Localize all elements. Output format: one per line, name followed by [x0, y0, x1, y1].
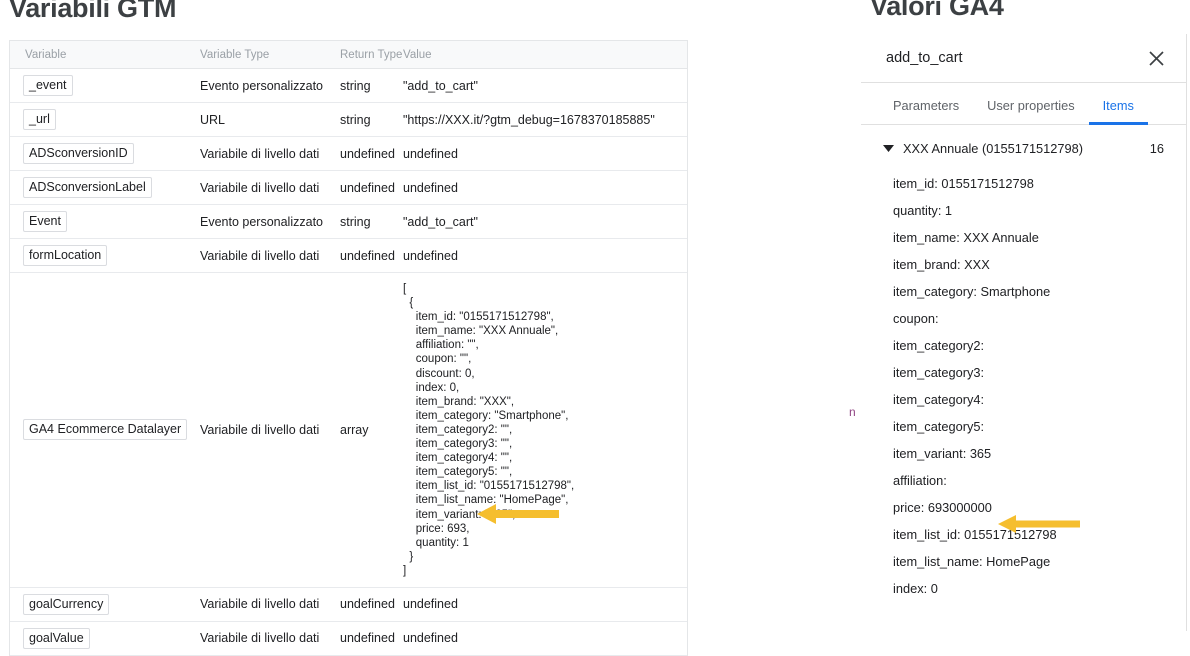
close-icon[interactable] [1145, 47, 1167, 69]
table-row: ADSconversionLabel Variabile di livello … [10, 171, 687, 205]
ga4-event-name: add_to_cart [886, 50, 963, 66]
page-title-ga4: Valori GA4 [870, 0, 1004, 21]
tab-parameters[interactable]: Parameters [879, 98, 973, 124]
ga4-event-header: add_to_cart [861, 34, 1186, 83]
table-header-row: Variable Variable Type Return Type Value [10, 41, 687, 69]
cell-value: "add_to_cart" [403, 78, 478, 93]
cell-variable: _event [10, 75, 200, 96]
cell-return-type: undefined [340, 597, 395, 612]
column-header-value: Value [403, 48, 432, 61]
cell-return-type: undefined [340, 631, 395, 646]
cell-value: undefined [403, 146, 458, 161]
list-item: item_id: 0155171512798 [893, 176, 1034, 191]
cell-return-type: array [340, 422, 369, 437]
table-row: Event Evento personalizzato string "add_… [10, 205, 687, 239]
variable-chip[interactable]: _event [23, 75, 73, 96]
list-item: item_category4: [893, 392, 985, 407]
ga4-tab-bar: Parameters User properties Items [861, 83, 1186, 125]
ga4-values-pane: Valori GA4 add_to_cart Parameters User p… [861, 0, 1187, 631]
gtm-variables-table: Variable Variable Type Return Type Value… [9, 40, 688, 656]
variable-chip[interactable]: Event [23, 211, 67, 232]
cell-return-type: string [340, 78, 371, 93]
cell-return-type: string [340, 214, 371, 229]
cell-value: "add_to_cart" [403, 214, 478, 229]
tab-items[interactable]: Items [1088, 98, 1149, 125]
variable-chip[interactable]: formLocation [23, 245, 108, 266]
chevron-down-icon[interactable] [882, 145, 895, 152]
cell-variable-type: URL [200, 112, 226, 127]
cell-variable-type: Evento personalizzato [200, 78, 323, 93]
annotation-arrow-right-icon [998, 514, 1080, 534]
cell-return-type: undefined [340, 180, 395, 195]
cell-variable-type: Variabile di livello dati [200, 422, 320, 437]
cell-value: undefined [403, 180, 458, 195]
cell-variable-type: Variabile di livello dati [200, 146, 320, 161]
list-item: item_brand: XXX [893, 257, 990, 272]
ga4-event-card: add_to_cart Parameters User properties I… [861, 34, 1187, 631]
list-item: item_category5: [893, 419, 985, 434]
cell-variable: GA4 Ecommerce Datalayer [10, 273, 200, 587]
cell-variable: goalValue [10, 627, 200, 649]
variable-chip[interactable]: _url [23, 109, 56, 130]
text-artifact-fragment: n [849, 405, 856, 419]
cell-value: undefined [403, 631, 458, 646]
column-header-variable: Variable [25, 48, 67, 61]
variable-chip[interactable]: GA4 Ecommerce Datalayer [23, 419, 188, 441]
cell-variable-type: Variabile di livello dati [200, 631, 320, 646]
gtm-variables-pane: Variabili GTM Variable Variable Type Ret… [0, 0, 700, 656]
page-title-gtm: Variabili GTM [9, 0, 177, 23]
list-item: item_category3: [893, 365, 985, 380]
list-item: quantity: 1 [893, 203, 953, 218]
cell-variable-type: Evento personalizzato [200, 214, 323, 229]
cell-value: undefined [403, 248, 458, 263]
column-header-return-type: Return Type [340, 48, 403, 61]
table-row: goalCurrency Variabile di livello dati u… [10, 588, 687, 622]
column-header-variable-type: Variable Type [200, 48, 270, 61]
annotation-arrow-left-icon [477, 503, 559, 525]
cell-return-type: undefined [340, 248, 395, 263]
table-row: goalValue Variabile di livello dati unde… [10, 622, 687, 656]
cell-variable-type: Variabile di livello dati [200, 248, 320, 263]
variable-chip[interactable]: goalCurrency [23, 593, 110, 615]
cell-variable-type: Variabile di livello dati [200, 180, 320, 195]
table-row: ADSconversionID Variabile di livello dat… [10, 137, 687, 171]
ga4-item-group-label: XXX Annuale (0155171512798) [903, 141, 1084, 156]
ga4-item-properties-list: item_id: 0155171512798 quantity: 1 item_… [861, 156, 1186, 602]
list-item: coupon: [893, 311, 939, 326]
table-row-datalayer: GA4 Ecommerce Datalayer Variabile di liv… [10, 273, 687, 588]
cell-variable-type: Variabile di livello dati [200, 597, 320, 612]
ga4-item-group-row[interactable]: XXX Annuale (0155171512798) 16 [861, 125, 1186, 156]
cell-variable: formLocation [10, 245, 200, 266]
list-item: item_name: XXX Annuale [893, 230, 1039, 245]
list-item: index: 0 [893, 581, 938, 596]
cell-variable: Event [10, 211, 200, 232]
variable-chip[interactable]: ADSconversionLabel [23, 177, 152, 198]
cell-variable: ADSconversionID [10, 143, 200, 164]
list-item: item_list_name: HomePage [893, 554, 1051, 569]
cell-return-type: undefined [340, 146, 395, 161]
cell-variable: _url [10, 109, 200, 130]
table-row: formLocation Variabile di livello dati u… [10, 239, 687, 273]
cell-variable: ADSconversionLabel [10, 177, 200, 198]
cell-value: undefined [403, 597, 458, 612]
cell-variable: goalCurrency [10, 593, 200, 615]
list-item: item_category2: [893, 338, 985, 353]
datalayer-json: [ { item_id: "0155171512798", item_name:… [403, 283, 575, 577]
cell-value: [ { item_id: "0155171512798", item_name:… [403, 273, 687, 587]
ga4-item-group-count: 16 [1149, 141, 1164, 156]
variable-chip[interactable]: ADSconversionID [23, 143, 134, 164]
cell-return-type: string [340, 112, 371, 127]
cell-value: "https://XXX.it/?gtm_debug=1678370185885… [403, 112, 655, 127]
table-row: _url URL string "https://XXX.it/?gtm_deb… [10, 103, 687, 137]
table-row: _event Evento personalizzato string "add… [10, 69, 687, 103]
list-item: item_variant: 365 [893, 446, 992, 461]
variable-chip[interactable]: goalValue [23, 627, 90, 649]
tab-user-properties[interactable]: User properties [973, 98, 1088, 124]
list-item: affiliation: [893, 473, 947, 488]
list-item: item_category: Smartphone [893, 284, 1051, 299]
